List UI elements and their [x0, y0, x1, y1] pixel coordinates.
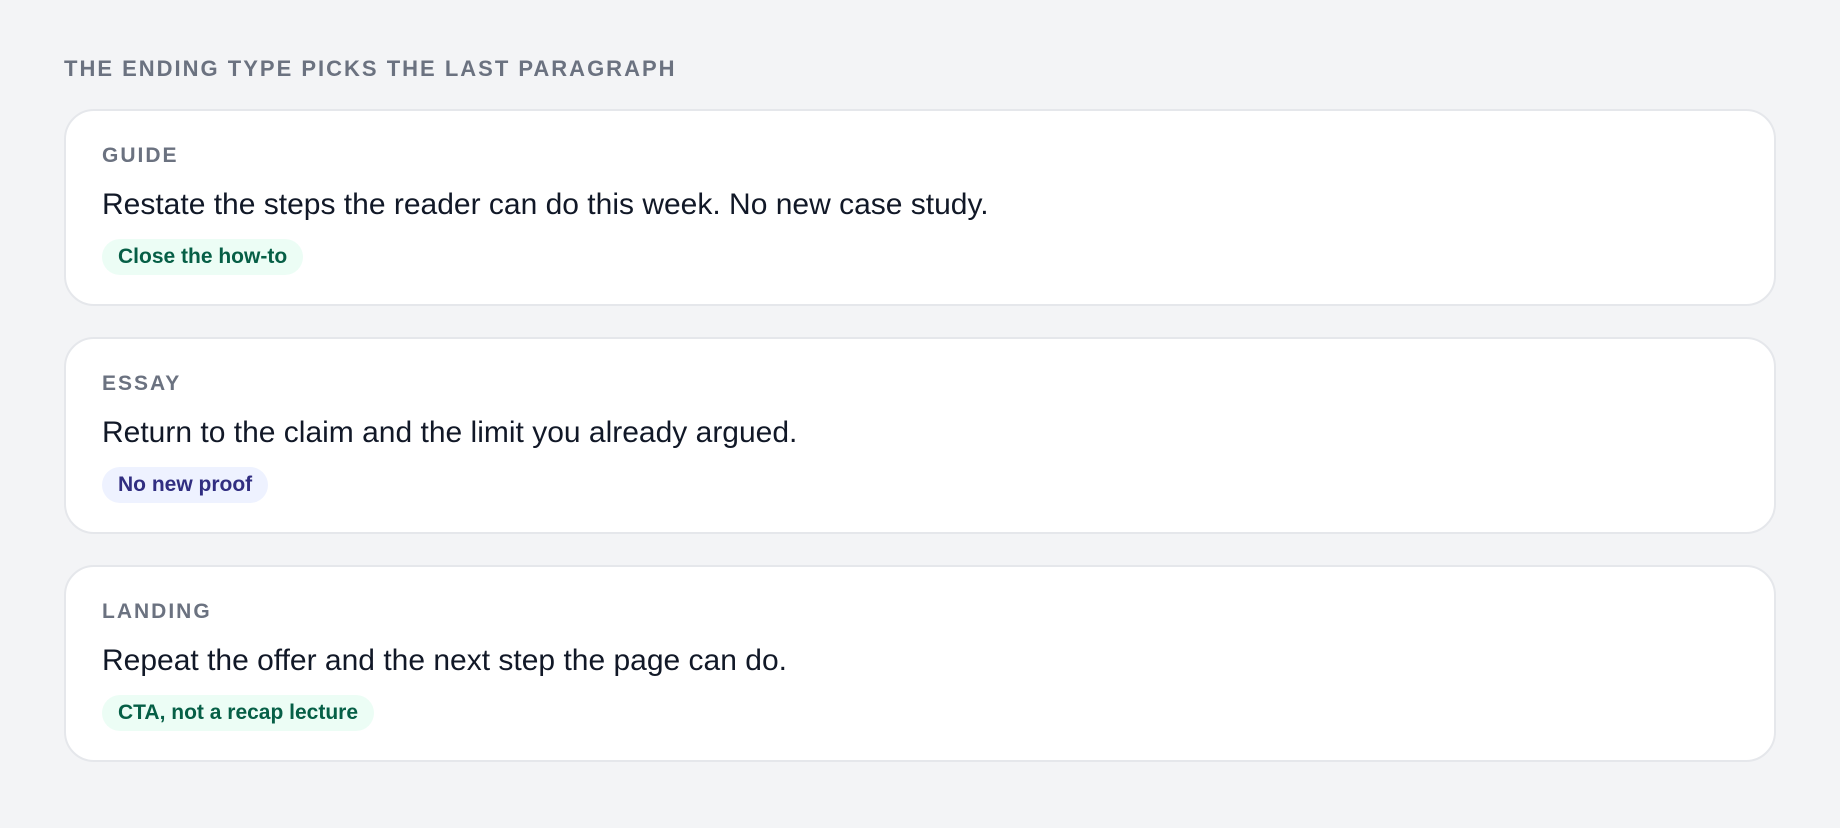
card-tag: CTA, not a recap lecture	[102, 695, 375, 731]
card-tag: Close the how-to	[102, 239, 304, 275]
card-landing: LANDING Repeat the offer and the next st…	[64, 565, 1776, 762]
card-label: ESSAY	[102, 372, 182, 395]
card-label: GUIDE	[102, 144, 179, 167]
ending-types-page: THE ENDING TYPE PICKS THE LAST PARAGRAPH…	[0, 0, 1840, 762]
card-text: Restate the steps the reader can do this…	[102, 188, 989, 221]
card-guide: GUIDE Restate the steps the reader can d…	[64, 109, 1776, 306]
card-label: LANDING	[102, 600, 212, 623]
card-essay: ESSAY Return to the claim and the limit …	[64, 337, 1776, 534]
card-text: Repeat the offer and the next step the p…	[102, 644, 787, 677]
card-tag: No new proof	[102, 467, 269, 503]
card-text: Return to the claim and the limit you al…	[102, 416, 798, 449]
section-heading: THE ENDING TYPE PICKS THE LAST PARAGRAPH	[64, 56, 677, 81]
